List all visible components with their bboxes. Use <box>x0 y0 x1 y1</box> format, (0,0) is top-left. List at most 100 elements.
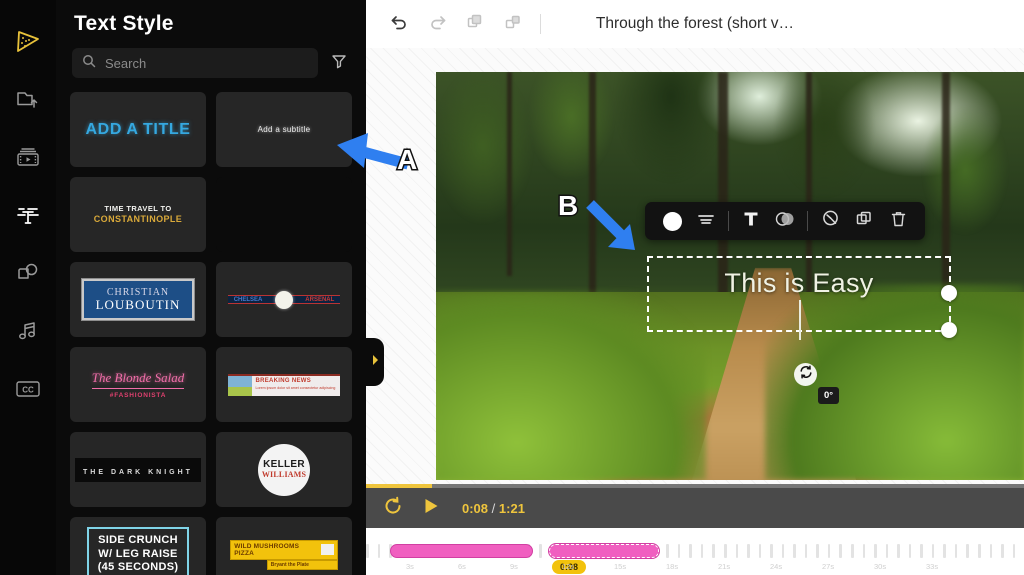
template-card-side-crunch[interactable]: SIDE CRUNCH W/ LEG RAISE (45 SECONDS) <box>70 517 206 575</box>
template-line-1: WILD MUSHROOMS PIZZA <box>234 542 300 557</box>
timeline-tick <box>700 544 704 558</box>
text-tool-icon <box>14 201 42 229</box>
timeline-time-label: 6s <box>458 562 466 571</box>
template-card-christian-louboutin[interactable]: CHRISTIAN LOUBOUTIN <box>70 262 206 337</box>
timeline-tick <box>931 544 935 558</box>
animation-arrow-icon <box>821 209 840 233</box>
player-buttons: 0:08 / 1:21 <box>366 488 525 528</box>
film-flag-logo-icon <box>13 26 43 56</box>
timeline-tick <box>885 544 889 558</box>
opacity-button[interactable] <box>768 202 802 240</box>
main-area: Through the forest (short v… This is Eas… <box>366 0 1024 575</box>
timeline-time-label: 12s <box>562 562 575 571</box>
template-card-keller-williams[interactable]: KELLER WILLIAMS <box>216 432 352 507</box>
template-line-1: The Blonde Salad <box>91 370 185 389</box>
template-line-3: (45 SECONDS) <box>97 561 179 574</box>
undo-button[interactable] <box>380 7 418 41</box>
panel-collapse-handle[interactable] <box>366 338 384 386</box>
template-line-2: Lorem ipsum dolor sit amet consectetur a… <box>255 385 336 390</box>
video-library-icon <box>15 144 41 170</box>
timeline-time-labels: 3s 6s 9s 12s 15s 18s 21s 24s 27s 30s 33s <box>366 562 1024 574</box>
filter-funnel-icon <box>330 52 348 75</box>
group-shapes-icon <box>504 13 522 36</box>
template-line-2: CONSTANTINOPLE <box>93 213 183 224</box>
timeline-tick <box>920 544 923 558</box>
duplicate-squares-icon <box>855 210 873 233</box>
duplicate-button[interactable] <box>847 202 881 240</box>
toolbar-divider <box>807 211 808 231</box>
align-button[interactable] <box>689 202 723 240</box>
floating-text-toolbar <box>645 202 925 240</box>
svg-text:CC: CC <box>22 386 34 395</box>
template-card-wild-mushrooms[interactable]: WILD MUSHROOMS PIZZA Bryant the Plate <box>216 517 352 575</box>
rail-item-text[interactable] <box>0 186 56 244</box>
top-toolbar <box>366 0 1024 48</box>
delete-button[interactable] <box>881 202 915 240</box>
video-player-controls: 0:08 / 1:21 <box>366 484 1024 528</box>
timeline-tick <box>874 544 877 558</box>
search-icon <box>82 54 96 73</box>
rail-item-logo[interactable] <box>0 12 56 70</box>
group-button[interactable] <box>494 7 532 41</box>
template-card-empty <box>216 177 352 252</box>
timeline-tick <box>366 544 369 558</box>
template-line-1: CHELSEA <box>233 296 263 303</box>
resize-handle-right[interactable] <box>941 285 957 301</box>
resize-handle-bottom-right[interactable] <box>941 322 957 338</box>
template-preview: CHELSEA ARSENAL <box>227 290 341 309</box>
template-card-the-blonde-salad[interactable]: The Blonde Salad #FASHIONISTA <box>70 347 206 422</box>
rotate-icon <box>799 365 813 384</box>
selected-text-element[interactable]: This is Easy <box>647 256 957 340</box>
template-card-chelsea-arsenal[interactable]: CHELSEA ARSENAL <box>216 262 352 337</box>
rotation-badge: 0° <box>818 387 840 404</box>
duplicate-button[interactable] <box>456 7 494 41</box>
play-triangle-icon <box>422 497 440 520</box>
redo-arrow-icon <box>428 12 447 36</box>
redo-button[interactable] <box>418 7 456 41</box>
toolbar-divider <box>540 14 541 34</box>
timeline-clip-2[interactable] <box>548 543 660 559</box>
music-note-icon <box>15 318 41 344</box>
timeline-tick <box>781 544 785 558</box>
pizza-thumbnail <box>320 544 334 555</box>
template-preview: BREAKING NEWS Lorem ipsum dolor sit amet… <box>227 373 341 396</box>
play-button[interactable] <box>418 495 444 521</box>
timeline-tick <box>793 544 796 558</box>
template-line-2: LOUBOUTIN <box>95 296 181 312</box>
template-card-breaking-news[interactable]: BREAKING NEWS Lorem ipsum dolor sit amet… <box>216 347 352 422</box>
template-card-time-travel[interactable]: TIME TRAVEL TO CONSTANTINOPLE <box>70 177 206 252</box>
rail-item-stock-library[interactable] <box>0 128 56 186</box>
filter-button[interactable] <box>328 52 350 74</box>
timeline-time-label: 21s <box>718 562 731 571</box>
trash-icon <box>890 210 907 233</box>
template-line-1: TIME TRAVEL TO <box>104 204 172 214</box>
timeline-tick <box>377 544 381 558</box>
toolbar-divider <box>728 211 729 231</box>
loop-button[interactable] <box>380 495 406 521</box>
time-separator: / <box>491 500 496 516</box>
rail-item-elements[interactable] <box>0 244 56 302</box>
template-line-2: W/ LEG RAISE <box>98 547 178 560</box>
animation-button[interactable] <box>813 202 847 240</box>
timeline-clip-1[interactable] <box>390 544 533 558</box>
search-box[interactable] <box>72 48 318 78</box>
pizza-row-1: WILD MUSHROOMS PIZZA <box>230 539 338 560</box>
template-preview: CHRISTIAN LOUBOUTIN <box>80 277 196 322</box>
font-button[interactable] <box>734 202 768 240</box>
rail-item-media-upload[interactable] <box>0 70 56 128</box>
rotate-handle[interactable] <box>794 363 817 386</box>
total-time: 1:21 <box>498 500 525 516</box>
template-card-add-a-subtitle[interactable]: Add a subtitle <box>216 92 352 167</box>
template-card-add-a-title[interactable]: ADD A TITLE <box>70 92 206 167</box>
timeline-time-label: 18s <box>666 562 679 571</box>
timeline[interactable]: 0:08 3s 6s 9s 12s 15s 18s 21s 24s 27s 30s 33s <box>366 528 1024 575</box>
rail-item-captions[interactable]: CC <box>0 360 56 418</box>
panel-title: Text Style <box>74 12 174 35</box>
timeline-tick <box>897 544 900 558</box>
search-input[interactable] <box>105 55 308 71</box>
align-lines-icon <box>697 212 715 231</box>
rail-item-audio[interactable] <box>0 302 56 360</box>
template-card-the-dark-knight[interactable]: THE DARK KNIGHT <box>70 432 206 507</box>
tree-trunk <box>506 72 512 276</box>
text-color-swatch[interactable] <box>655 202 689 240</box>
